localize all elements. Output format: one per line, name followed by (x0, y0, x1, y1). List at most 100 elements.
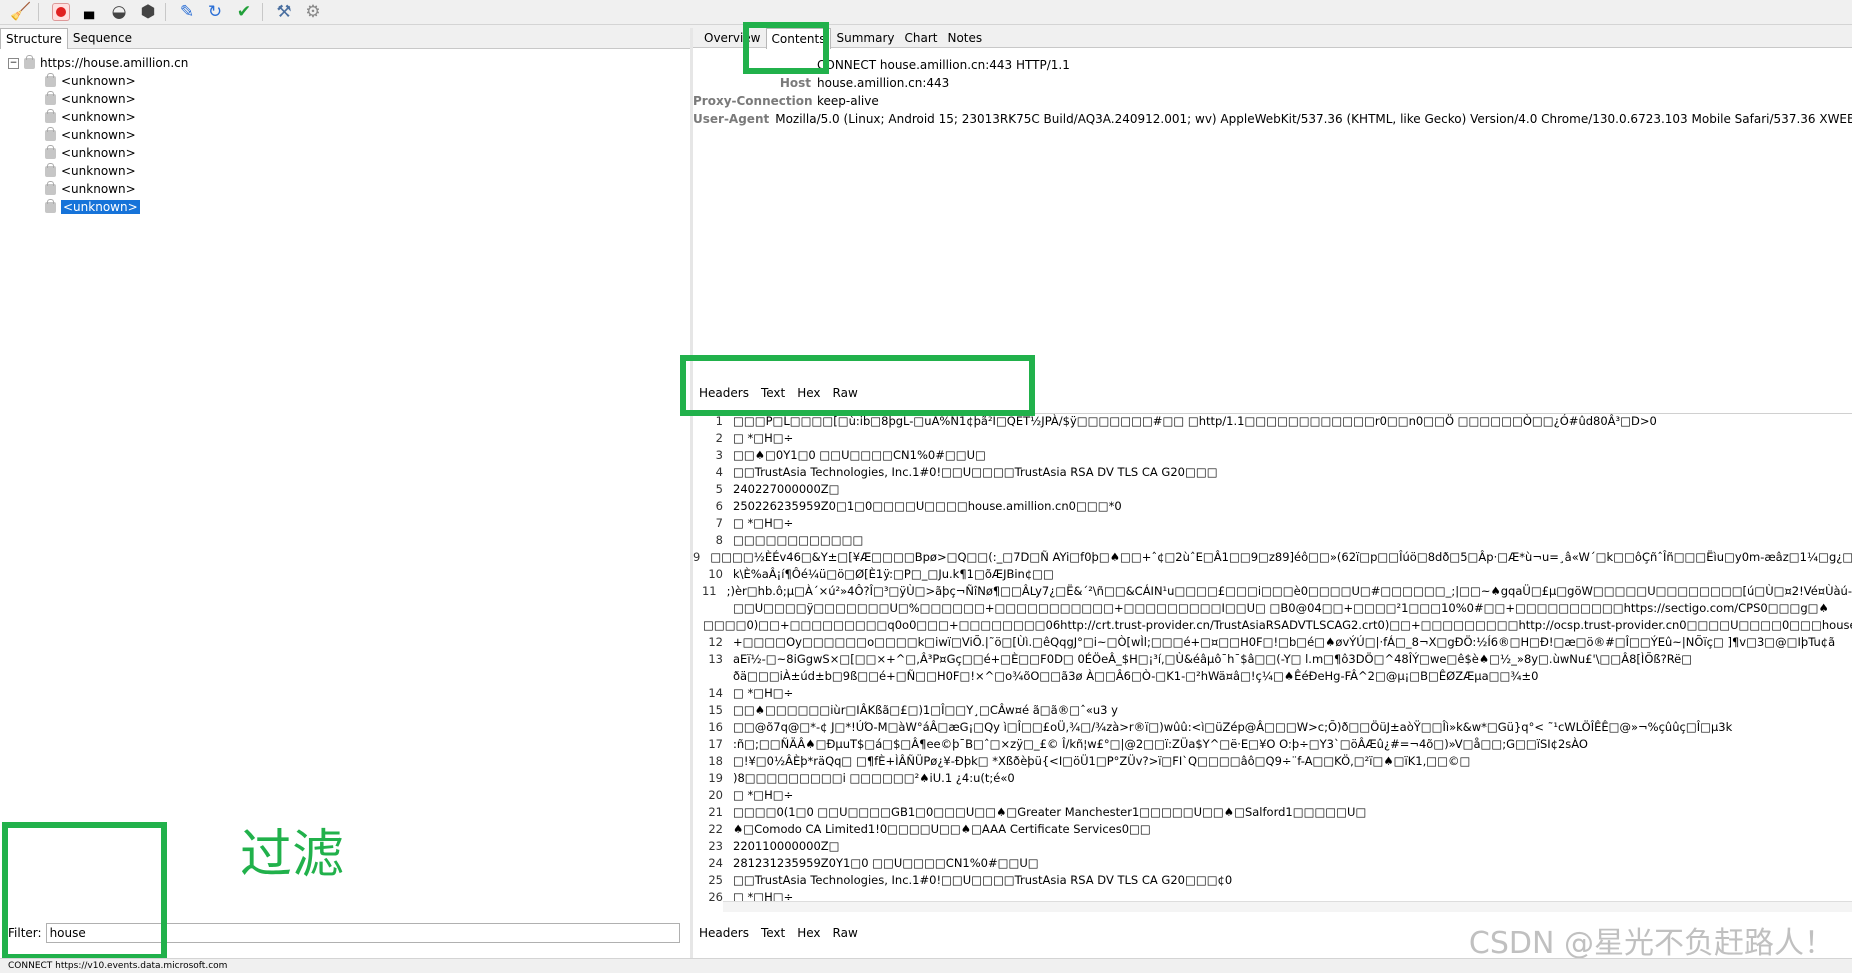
tab-notes[interactable]: Notes (942, 28, 987, 48)
line-text: □□□□□□□□□□□□ (733, 533, 864, 547)
line-text: □□U□□□□ÿ□□□□□□□U□%□□□□□□+□□□□□□□□□□□+□□□… (733, 601, 1829, 615)
tree-item[interactable]: <unknown> (45, 126, 188, 144)
request-headers: CONNECT house.amillion.cn:443 HTTP/1.1 H… (693, 58, 1852, 130)
check-icon[interactable]: ✔ (233, 1, 255, 23)
text-line: 7 □ *□H□÷ (693, 516, 1852, 533)
text-line: 5 240227000000Z□ (693, 482, 1852, 499)
line-number: 13 (708, 652, 723, 666)
tree-item[interactable]: <unknown> (45, 162, 188, 180)
collapse-icon[interactable]: − (8, 57, 19, 69)
line-number: 8 (715, 533, 723, 547)
line-text: □□TrustAsia Technologies, Inc.1#0!□□U□□□… (733, 873, 1233, 887)
lock-icon (45, 126, 56, 141)
line-text: □□□P□L□□□□[□ù:ib□8þgL-□uÂ%N1¢þã²I□QÈT½JP… (733, 414, 1657, 428)
tree-item-label: <unknown> (61, 74, 136, 88)
text-line: 20 □ *□H□÷ (693, 788, 1852, 805)
text-line: 4 □□TrustAsia Technologies, Inc.1#0!□□U□□… (693, 465, 1852, 482)
lock-icon (45, 72, 56, 87)
tab-chart[interactable]: Chart (899, 28, 942, 48)
tree-item-label: <unknown> (61, 128, 136, 142)
lock-icon (45, 108, 56, 123)
toolbar-separator (262, 3, 263, 21)
line-number: 4 (715, 465, 723, 479)
text-line: 16 □□@õ7q@□*-¢ J□*!ÚΌ-M□àW°áÂ□æG¡□Qy ì□Î□… (693, 720, 1852, 737)
tab-summary[interactable]: Summary (831, 28, 899, 48)
header-value: Mozilla/5.0 (Linux; Android 15; 23013RK7… (775, 112, 1852, 126)
line-number: 6 (715, 499, 723, 513)
line-number: 22 (708, 822, 723, 836)
line-text: )8□□□□□□□□□i □□□□□□²♠iU.1 ¿4:u(t;é«0 (733, 771, 1015, 785)
subtab-headers[interactable]: Headers (693, 924, 755, 942)
stop-icon[interactable]: ⬢ (137, 1, 159, 23)
text-line: 15 □□♠□□□□□□iùr□IÂKßã□£□)1□Î□□Y¸□CÂw¤é ã□… (693, 703, 1852, 720)
line-text: □ *□H□÷ (733, 431, 794, 445)
subtab-text[interactable]: Text (754, 924, 792, 942)
broom-icon[interactable]: 🧹 (10, 1, 32, 23)
tab-structure[interactable]: Structure (0, 28, 68, 49)
text-line: 21 □□□□0(1□0 □□U□□□□GB1□0□□□U□□♠□Greater … (693, 805, 1852, 822)
header-value: keep-alive (817, 94, 879, 108)
lock-icon (45, 144, 56, 159)
line-text: aEï½-□~8iGgwS×□[□□×+^□,Â³P¤Gç□□é+□È□□F0D… (733, 652, 1693, 666)
text-line: □□U□□□□ÿ□□□□□□□U□%□□□□□□+□□□□□□□□□□□+□□□… (693, 601, 1852, 618)
watermark: CSDN @星光不负赶路人！ (1468, 926, 1834, 961)
throttle-icon[interactable]: ▄ (78, 1, 100, 23)
line-text: □□□□½ÈÉv46□&Y±□[¥Æ□□□□Bpø>□Q□□(:_□7D□Ñ A… (710, 550, 1852, 564)
status-bar: CONNECT https://v10.events.data.microsof… (0, 958, 1852, 973)
line-number: 25 (708, 873, 723, 887)
line-number: 18 (708, 754, 723, 768)
line-text: □!¥□0½ÂÈþ*räQq□ □¶fÈ+ÌÂÑÜPø¿¥-Ðþk□ *Xßðè… (733, 754, 1471, 768)
tree-item[interactable]: <unknown> (45, 90, 188, 108)
tree-item-selected[interactable]: <unknown> (45, 198, 188, 216)
line-text: □□□□0)□□+□□□□□□□□□q0o0□□□+□□□□□□□□06http… (703, 618, 1852, 632)
text-line: 10 k\È%aÂ¡í¶Ôé¼ü□ö□Ø[È1ÿ:□P□_□Ju.k¶1□õÆJB… (693, 567, 1852, 584)
text-line: 3 □□♠□0Y1□0 □□U□□□□CN1%0#□□U□ (693, 448, 1852, 465)
tree-item-label: <unknown> (61, 92, 136, 106)
tree-item[interactable]: <unknown> (45, 108, 188, 126)
tree-item-label: <unknown> (61, 182, 136, 196)
horizontal-scrollbar[interactable] (723, 901, 1852, 912)
line-number: 3 (715, 448, 723, 462)
line-text: 220110000000Z□ (733, 839, 840, 853)
refresh-icon[interactable]: ↻ (204, 1, 226, 23)
text-line: 14 □ *□H□÷ (693, 686, 1852, 703)
tab-sequence[interactable]: Sequence (68, 28, 137, 48)
response-subtabs-bottom: Headers Text Hex Raw (693, 924, 864, 942)
text-line: 2 □ *□H□÷ (693, 431, 1852, 448)
settings-icon[interactable]: ⚙ (302, 1, 324, 23)
header-row: Proxy-Connection keep-alive (693, 94, 1852, 112)
text-line: 6 250226235959Z0□1□0□□□□U□□□□house.amilli… (693, 499, 1852, 516)
left-tabs: Structure Sequence (0, 28, 690, 49)
record-icon[interactable] (50, 1, 72, 23)
subtab-hex[interactable]: Hex (791, 924, 826, 942)
tree-item[interactable]: <unknown> (45, 180, 188, 198)
highlight-box-contents-tab (743, 22, 829, 74)
lock-icon (45, 198, 56, 213)
pen-icon[interactable]: ✎ (176, 1, 198, 23)
lock-icon (45, 90, 56, 105)
header-name: Proxy-Connection (693, 94, 813, 108)
text-line: ðä□□□iÀ±úd±b□9ß□□é+□Ñ□□H0F□!×^□o¾õO□□ã3ø… (693, 669, 1852, 686)
line-number: 19 (708, 771, 723, 785)
tools-icon[interactable]: ⚒ (273, 1, 295, 23)
line-text: k\È%aÂ¡í¶Ôé¼ü□ö□Ø[È1ÿ:□P□_□Ju.k¶1□õÆJBin… (733, 567, 1054, 581)
line-number: 10 (708, 567, 723, 581)
line-text: ♠□Comodo CA Limited1!0□□□□U□□♠□AAA Certi… (733, 822, 1151, 836)
text-line: 19 )8□□□□□□□□□i □□□□□□²♠iU.1 ¿4:u(t;é«0 (693, 771, 1852, 788)
right-tabs: Overview Contents Summary Chart Notes (693, 28, 1852, 49)
line-number: 2 (715, 431, 723, 445)
tree-item[interactable]: <unknown> (45, 72, 188, 90)
line-number: 23 (708, 839, 723, 853)
lock-icon (45, 180, 56, 195)
turtle-icon[interactable]: ◒ (108, 1, 130, 23)
response-text-view[interactable]: 1 □□□P□L□□□□[□ù:ib□8þgL-□uÂ%N1¢þã²I□QÈT½J… (693, 413, 1852, 902)
line-number: 14 (708, 686, 723, 700)
text-line: 9 □□□□½ÈÉv46□&Y±□[¥Æ□□□□Bpø>□Q□□(:_□7D□Ñ … (693, 550, 1852, 567)
header-name: User-Agent (693, 112, 770, 126)
text-line: 11 ;)èr□hb.ô;µ□À´×ú²»4Ô?Î□³□ÿÙ□>ãþç¬ÑîNø¶… (693, 584, 1852, 601)
line-text: 250226235959Z0□1□0□□□□U□□□□house.amillio… (733, 499, 1122, 513)
subtab-raw[interactable]: Raw (827, 924, 864, 942)
line-text: □ *□H□÷ (733, 686, 794, 700)
tree-item[interactable]: <unknown> (45, 144, 188, 162)
tree-root[interactable]: − https://house.amillion.cn (8, 54, 188, 72)
